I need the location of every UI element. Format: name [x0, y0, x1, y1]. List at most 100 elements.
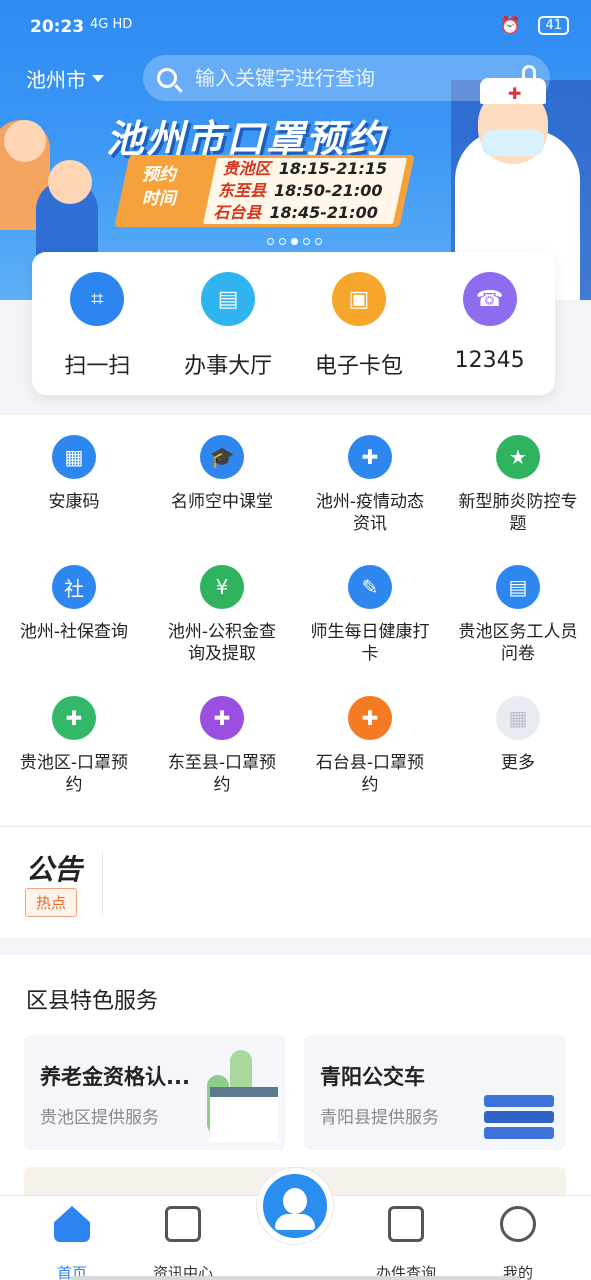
mask-orange-icon: ✚	[348, 696, 392, 740]
service-label: 师生每日健康打卡	[310, 622, 430, 664]
service-epidemic-news[interactable]: ✚ 池州-疫情动态资讯	[296, 435, 444, 535]
person-illustration	[48, 160, 92, 204]
carousel-dot-active[interactable]	[291, 238, 298, 245]
hot-badge: 热点	[25, 888, 78, 917]
divider	[102, 852, 103, 914]
service-health-checkin[interactable]: ✎ 师生每日健康打卡	[296, 565, 444, 665]
service-worker-survey[interactable]: ▤ 贵池区务工人员问卷	[444, 565, 591, 665]
section-title: 区县特色服务	[26, 989, 159, 1014]
medical-cross-icon: ✚	[508, 84, 522, 103]
document-icon: ▤	[496, 565, 540, 609]
home-indicator	[70, 1276, 520, 1280]
service-social-security[interactable]: 社 池州-社保查询	[0, 565, 148, 643]
district-card-subtitle: 青阳县提供服务	[320, 1108, 439, 1128]
edit-form-icon: ✎	[348, 565, 392, 609]
tab-case-query[interactable]: 办件查询	[351, 1206, 461, 1280]
carousel-dot[interactable]	[279, 238, 286, 245]
clipboard-icon: ▤	[201, 272, 256, 326]
social-security-icon: 社	[52, 565, 96, 609]
battery-indicator: 41	[538, 16, 569, 35]
house-illustration	[210, 1087, 278, 1142]
district-card-title: 养老金资格认...	[40, 1065, 190, 1089]
service-label: 石台县-口罩预约	[315, 753, 425, 795]
notice-logo: 公告	[26, 853, 83, 886]
banner-label: 预约时间	[141, 165, 176, 209]
district-card-pension[interactable]: 养老金资格认... 贵池区提供服务	[24, 1035, 286, 1150]
headset-icon	[275, 1214, 315, 1230]
status-bar: 20:23 4G HD ⏰ 41	[0, 0, 591, 56]
grid-more-icon: ▦	[496, 696, 540, 740]
banner-row: 东至县 18:50-21:00	[218, 181, 383, 200]
carousel-dot[interactable]	[303, 238, 310, 245]
tab-mine[interactable]: 我的	[463, 1206, 573, 1280]
shield-star-icon: ★	[496, 435, 540, 479]
service-housing-fund[interactable]: ¥ 池州-公积金查询及提取	[148, 565, 296, 665]
district-card-title: 青阳公交车	[320, 1065, 425, 1089]
quick-action-scan[interactable]: ⌗ 扫一扫	[32, 252, 163, 395]
chevron-down-icon	[92, 75, 104, 82]
city-label: 池州市	[26, 68, 86, 92]
quick-action-service-hall[interactable]: ▤ 办事大厅	[163, 252, 294, 395]
service-guichi-mask[interactable]: ✚ 贵池区-口罩预约	[0, 696, 148, 796]
service-label: 池州-疫情动态资讯	[315, 492, 425, 534]
service-label: 名师空中课堂	[171, 492, 273, 512]
banner-schedule[interactable]: 预约时间 贵池区 18:15-21:15 东至县 18:50-21:00 石台县 18…	[114, 155, 415, 227]
qr-code-icon: ▦	[52, 435, 96, 479]
search-icon	[157, 68, 177, 88]
banner-row: 贵池区 18:15-21:15	[222, 159, 388, 178]
district-card-bus[interactable]: 青阳公交车 青阳县提供服务	[304, 1035, 566, 1150]
status-time: 20:23	[30, 17, 85, 37]
tab-news[interactable]: 资讯中心	[128, 1206, 238, 1280]
doctor-icon: ✚	[348, 435, 392, 479]
document-search-icon	[388, 1206, 424, 1242]
service-label: 贵池区-口罩预约	[19, 753, 129, 795]
service-shitai-mask[interactable]: ✚ 石台县-口罩预约	[296, 696, 444, 796]
service-label: 池州-公积金查询及提取	[167, 622, 277, 664]
fund-search-icon: ¥	[200, 565, 244, 609]
service-label: 安康码	[48, 492, 100, 512]
graduation-cap-icon: 🎓	[200, 435, 244, 479]
service-label: 更多	[501, 753, 535, 773]
district-card-subtitle: 贵池区提供服务	[40, 1108, 159, 1128]
customer-service-button[interactable]	[257, 1168, 333, 1244]
carousel-dot[interactable]	[315, 238, 322, 245]
notice-bar[interactable]: 公告 热点	[0, 828, 591, 938]
services-grid: ▦ 安康码 🎓 名师空中课堂 ✚ 池州-疫情动态资讯 ★ 新型肺炎防控专题 社 …	[0, 415, 591, 825]
user-icon	[500, 1206, 536, 1242]
alarm-icon: ⏰	[499, 16, 521, 36]
carousel-dot[interactable]	[267, 238, 274, 245]
wallet-icon: ▣	[331, 272, 386, 326]
status-signal: 4G HD	[90, 17, 133, 32]
mask-green-icon: ✚	[52, 696, 96, 740]
city-selector[interactable]: 池州市	[26, 64, 104, 93]
home-icon	[54, 1206, 90, 1242]
service-ankang-code[interactable]: ▦ 安康码	[0, 435, 148, 513]
message-icon	[165, 1206, 201, 1242]
hotline-icon: ☎	[462, 272, 517, 326]
quick-action-label: 电子卡包	[314, 354, 403, 379]
search-input[interactable]	[195, 66, 495, 90]
service-label: 贵池区务工人员问卷	[458, 622, 578, 664]
person-illustration	[4, 120, 46, 162]
service-pneumonia-topic[interactable]: ★ 新型肺炎防控专题	[444, 435, 591, 535]
headset-icon	[283, 1188, 307, 1214]
quick-actions-card: ⌗ 扫一扫 ▤ 办事大厅 ▣ 电子卡包 ☎ 12345	[32, 252, 555, 395]
banner-row: 石台县 18:45-21:00	[213, 203, 378, 222]
quick-action-hotline[interactable]: ☎ 12345	[424, 252, 555, 395]
quick-action-label: 12345	[454, 348, 525, 373]
scan-icon: ⌗	[70, 272, 125, 326]
doctor-illustration	[482, 130, 544, 156]
quick-action-label: 扫一扫	[64, 354, 131, 379]
books-illustration	[484, 1095, 554, 1107]
district-services-section: 区县特色服务 养老金资格认... 贵池区提供服务 青阳公交车 青阳县提供服务	[0, 955, 591, 1195]
quick-action-wallet[interactable]: ▣ 电子卡包	[294, 252, 425, 395]
carousel-indicator[interactable]	[267, 238, 322, 245]
service-dongzhi-mask[interactable]: ✚ 东至县-口罩预约	[148, 696, 296, 796]
service-label: 东至县-口罩预约	[167, 753, 277, 795]
service-more[interactable]: ▦ 更多	[444, 696, 591, 774]
mask-purple-icon: ✚	[200, 696, 244, 740]
service-label: 池州-社保查询	[19, 622, 129, 642]
service-online-class[interactable]: 🎓 名师空中课堂	[148, 435, 296, 513]
service-label: 新型肺炎防控专题	[458, 492, 578, 534]
tab-home[interactable]: 首页	[17, 1206, 127, 1280]
